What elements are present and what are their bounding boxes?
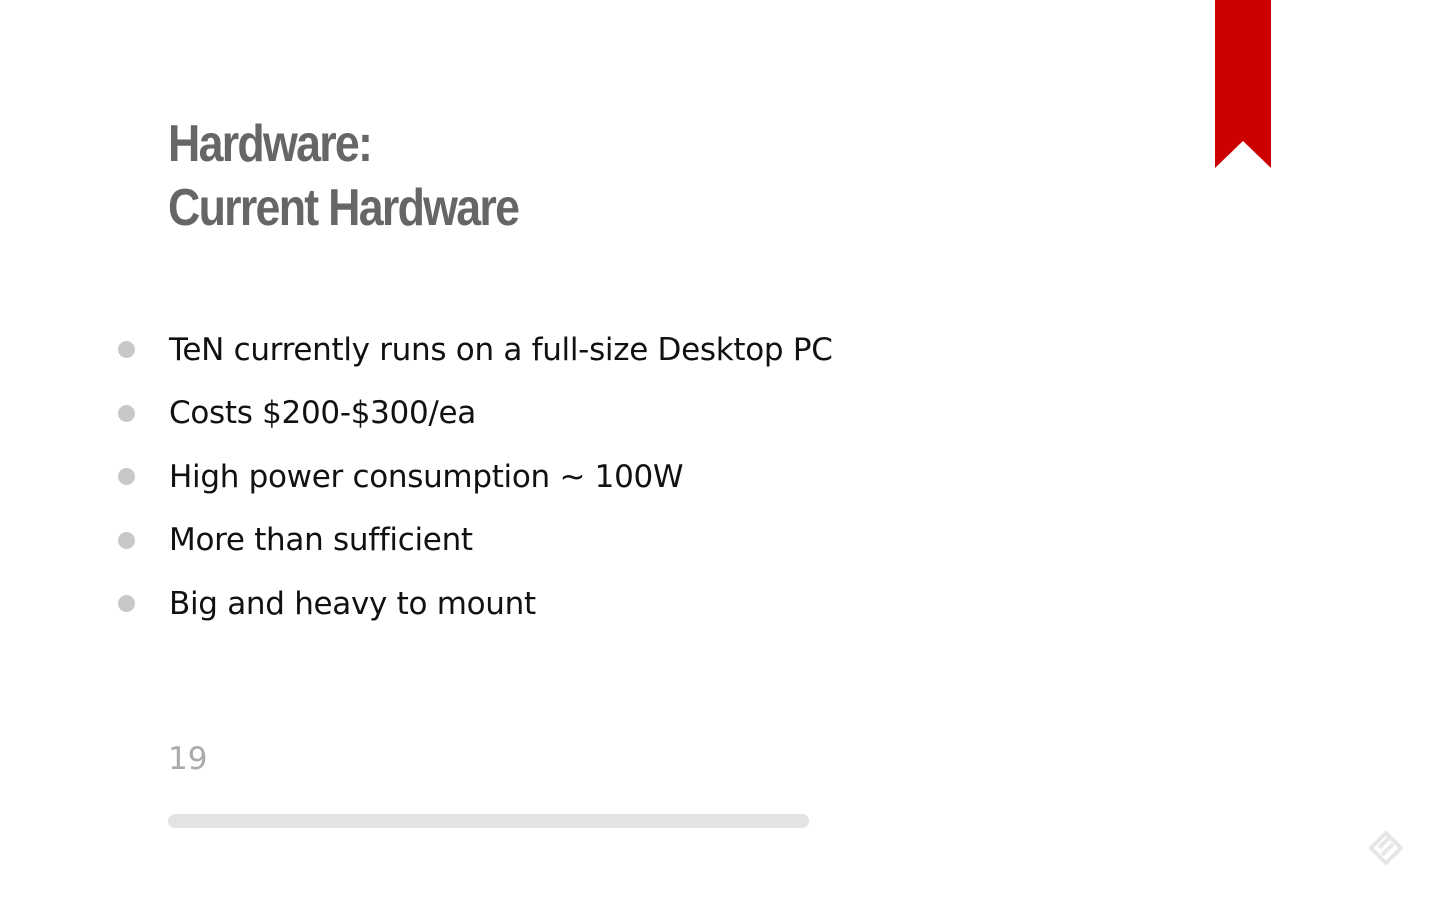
- bullet-text: Costs $200-$300/ea: [169, 395, 477, 432]
- bullet-dot-icon: [118, 595, 135, 613]
- bullet-dot-icon: [118, 341, 135, 359]
- bullet-list: TeN currently runs on a full-size Deskto…: [118, 318, 833, 636]
- bullet-text: More than sufficient: [169, 522, 473, 559]
- page-number: 19: [168, 741, 208, 777]
- progress-bar-fill: [168, 814, 809, 828]
- progress-bar: [168, 814, 809, 828]
- list-item: Costs $200-$300/ea: [118, 382, 833, 446]
- list-item: TeN currently runs on a full-size Deskto…: [118, 318, 833, 382]
- bullet-dot-icon: [118, 468, 135, 486]
- bookmark-ribbon-icon: [1215, 0, 1271, 168]
- bullet-dot-icon: [118, 404, 135, 422]
- bullet-text: High power consumption ~ 100W: [169, 458, 684, 495]
- slide-title-line-1: Hardware:: [168, 115, 373, 173]
- presentation-app-logo-icon[interactable]: [1368, 830, 1404, 866]
- slide: Hardware: Current Hardware TeN currently…: [0, 0, 1440, 900]
- list-item: High power consumption ~ 100W: [118, 445, 833, 509]
- bullet-text: TeN currently runs on a full-size Deskto…: [169, 331, 833, 368]
- list-item: More than sufficient: [118, 509, 833, 573]
- slide-title-line-2: Current Hardware: [168, 179, 520, 237]
- slide-title: Hardware: Current Hardware: [168, 112, 520, 240]
- bullet-text: Big and heavy to mount: [169, 585, 536, 622]
- bullet-dot-icon: [118, 531, 135, 549]
- list-item: Big and heavy to mount: [118, 572, 833, 636]
